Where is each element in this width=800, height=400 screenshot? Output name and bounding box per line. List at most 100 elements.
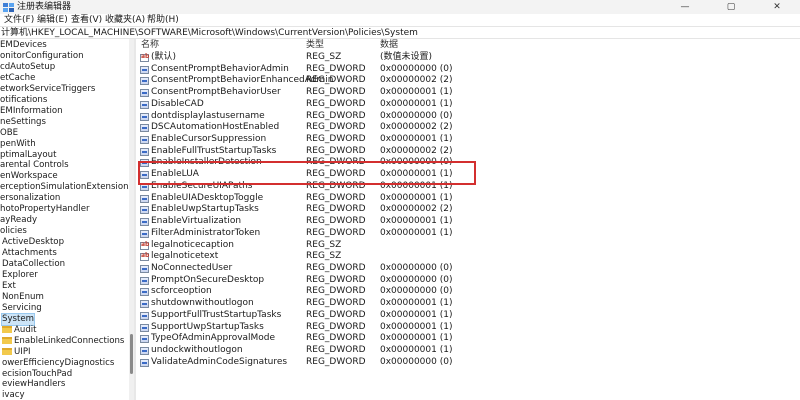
value-name: NoConnectedUser — [151, 262, 233, 273]
value-row[interactable]: ConsentPromptBehaviorUser REG_DWORD 0x0000… — [136, 87, 800, 99]
tree-item[interactable]: Servicing — [2, 303, 42, 314]
address-path[interactable]: 计算机\HKEY_LOCAL_MACHINE\SOFTWARE\Microsof… — [1, 27, 418, 39]
tree-item[interactable]: etCache — [0, 73, 35, 84]
value-row[interactable]: legalnoticecaption REG_SZ — [136, 240, 800, 252]
close-button[interactable]: ✕ — [754, 0, 800, 14]
value-row[interactable]: DSCAutomationHostEnabled REG_DWORD 0x00000… — [136, 122, 800, 134]
value-row[interactable]: EnableCursorSuppression REG_DWORD 0x000000… — [136, 134, 800, 146]
tree-item[interactable]: penWith — [0, 139, 36, 150]
value-row[interactable]: shutdownwithoutlogon REG_DWORD 0x00000001 … — [136, 298, 800, 310]
value-row[interactable]: (默认) REG_SZ (数值未设置) — [136, 52, 800, 64]
maximize-button[interactable]: ▢ — [708, 0, 754, 14]
menu-edit[interactable]: 编辑(E) — [37, 14, 68, 26]
tree-item[interactable]: ptimalLayout — [0, 150, 56, 161]
values-pane[interactable]: 名称 类型 数据 (默认) REG_SZ (数值未设置) ConsentPromptB… — [136, 39, 800, 400]
tree-item[interactable]: eviewHandlers — [2, 379, 65, 390]
tree-item-label: etCache — [0, 72, 36, 83]
value-data: 0x00000001 (1) — [380, 227, 453, 238]
tree-item[interactable]: NonEnum — [2, 292, 44, 303]
value-name: TypeOfAdminApprovalMode — [151, 333, 276, 344]
minimize-button[interactable]: — — [662, 0, 708, 14]
tree-item[interactable]: ivacy — [2, 390, 25, 400]
key-tree-pane[interactable]: EMDevices onitorConfiguration cdAutoSetup e… — [0, 39, 129, 400]
value-row[interactable]: SupportUwpStartupTasks REG_DWORD 0x0000000… — [136, 322, 800, 334]
tree-item[interactable]: erceptionSimulationExtensions — [0, 182, 129, 193]
tree-item[interactable]: ActiveDesktop — [2, 237, 64, 248]
tree-item[interactable]: etworkServiceTriggers — [0, 84, 95, 95]
value-row[interactable]: ValidateAdminCodeSignatures REG_DWORD 0x00… — [136, 357, 800, 369]
dword-value-icon — [140, 229, 149, 238]
tree-item[interactable]: Explorer — [2, 270, 38, 281]
tree-item[interactable]: EMInformation — [0, 106, 63, 117]
value-row[interactable]: dontdisplaylastusername REG_DWORD 0x000000… — [136, 111, 800, 123]
value-name: legalnoticetext — [151, 251, 219, 262]
value-row[interactable]: TypeOfAdminApprovalMode REG_DWORD 0x000000… — [136, 333, 800, 345]
value-type: REG_DWORD — [306, 216, 366, 227]
column-header-data[interactable]: 数据 — [380, 40, 398, 51]
value-type: REG_DWORD — [306, 75, 366, 86]
registry-editor-icon — [3, 3, 14, 12]
dword-value-icon — [140, 194, 149, 203]
address-bar[interactable]: 计算机\HKEY_LOCAL_MACHINE\SOFTWARE\Microsof… — [0, 26, 800, 39]
title-bar: 注册表编辑器 — ▢ ✕ — [0, 0, 800, 14]
tree-item[interactable]: Ext — [2, 281, 16, 292]
value-type: REG_DWORD — [306, 321, 366, 332]
folder-icon — [2, 347, 12, 355]
tree-item-label: ersonalization — [0, 193, 61, 204]
value-row[interactable]: EnableVirtualization REG_DWORD 0x00000001 … — [136, 216, 800, 228]
tree-item[interactable]: System — [0, 312, 36, 326]
tree-item-label: ecisionTouchPad — [2, 368, 73, 379]
tree-item[interactable]: owerEfficiencyDiagnostics — [2, 358, 114, 369]
value-row[interactable]: ConsentPromptBehaviorEnhancedAdmin REG_DW… — [136, 75, 800, 87]
value-name: EnableFullTrustStartupTasks — [151, 145, 277, 156]
tree-item[interactable]: Attachments — [2, 248, 57, 259]
menu-view[interactable]: 查看(V) — [71, 14, 102, 26]
tree-item[interactable]: OBE — [0, 128, 18, 139]
tree-item[interactable]: UIPI — [2, 347, 31, 358]
tree-item[interactable]: otifications — [0, 95, 47, 106]
value-row[interactable]: EnableUIADesktopToggle REG_DWORD 0x0000000… — [136, 193, 800, 205]
tree-item[interactable]: neSettings — [0, 117, 46, 128]
value-row[interactable]: PromptOnSecureDesktop REG_DWORD 0x00000000… — [136, 275, 800, 287]
tree-item-label: penWith — [0, 138, 36, 149]
tree-item-label: NonEnum — [2, 291, 44, 302]
value-row[interactable]: FilterAdministratorToken REG_DWORD 0x00000… — [136, 228, 800, 240]
value-row[interactable]: undockwithoutlogon REG_DWORD 0x00000001 (1… — [136, 345, 800, 357]
value-row[interactable]: ConsentPromptBehaviorAdmin REG_DWORD 0x000… — [136, 64, 800, 76]
value-row[interactable]: legalnoticetext REG_SZ — [136, 251, 800, 263]
folder-icon — [2, 336, 12, 344]
value-row[interactable]: EnableFullTrustStartupTasks REG_DWORD 0x00… — [136, 146, 800, 158]
tree-item[interactable]: ersonalization — [0, 193, 60, 204]
tree-item[interactable]: cdAutoSetup — [0, 62, 55, 73]
tree-item[interactable]: Audit — [2, 325, 37, 336]
value-name: shutdownwithoutlogon — [151, 298, 254, 309]
column-header-name[interactable]: 名称 — [141, 40, 159, 51]
column-header-type[interactable]: 类型 — [306, 40, 324, 51]
tree-item[interactable]: ecisionTouchPad — [2, 369, 72, 380]
tree-item-label: ActiveDesktop — [2, 237, 65, 248]
tree-item-label: erceptionSimulationExtensions — [0, 182, 129, 193]
tree-item[interactable]: hotoPropertyHandler — [0, 204, 90, 215]
menu-help[interactable]: 帮助(H) — [147, 14, 179, 26]
value-row[interactable]: scforceoption REG_DWORD 0x00000000 (0) — [136, 286, 800, 298]
value-row[interactable]: DisableCAD REG_DWORD 0x00000001 (1) — [136, 99, 800, 111]
value-type: REG_SZ — [306, 52, 342, 62]
tree-item[interactable]: DataCollection — [2, 259, 65, 270]
menu-favorites[interactable]: 收藏夹(A) — [105, 14, 145, 26]
tree-item[interactable]: onitorConfiguration — [0, 51, 84, 62]
value-row[interactable]: EnableUwpStartupTasks REG_DWORD 0x00000002… — [136, 204, 800, 216]
tree-item[interactable]: arental Controls — [0, 160, 69, 171]
tree-item[interactable]: EMDevices — [0, 40, 47, 51]
dword-value-icon — [140, 77, 149, 86]
menu-file[interactable]: 文件(F) — [4, 14, 34, 26]
tree-item[interactable]: olicies — [0, 226, 27, 237]
value-data: 0x00000000 (0) — [380, 262, 453, 273]
tree-scrollbar-thumb[interactable] — [130, 334, 133, 374]
tree-item[interactable]: EnableLinkedConnections — [2, 336, 124, 347]
tree-item[interactable]: enWorkspace — [0, 171, 58, 182]
dword-value-icon — [140, 124, 149, 133]
value-row[interactable]: SupportFullTrustStartupTasks REG_DWORD 0x0… — [136, 310, 800, 322]
value-row[interactable]: NoConnectedUser REG_DWORD 0x00000000 (0) — [136, 263, 800, 275]
value-type: REG_DWORD — [306, 309, 366, 320]
tree-item[interactable]: ayReady — [0, 215, 37, 226]
